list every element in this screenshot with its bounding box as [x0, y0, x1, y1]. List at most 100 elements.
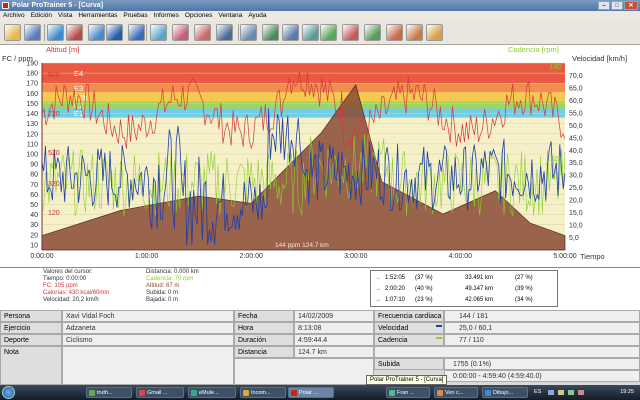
sync-icon[interactable] [302, 24, 319, 41]
velocidad-label: Velocidad [374, 322, 444, 334]
magnify-icon[interactable] [216, 24, 233, 41]
taskbar-app-icon [139, 390, 145, 396]
hr-tick-label: 120 [26, 131, 38, 138]
diary-icon[interactable] [128, 24, 145, 41]
subida-value: 1755 (0.1%) [444, 358, 640, 370]
cadencia-value: 77 / 110 [444, 334, 640, 346]
range-value: 0:00:00 - 4:59:40 (4:59:40.0) [444, 370, 640, 382]
ejercicio-value[interactable]: Adzaneta [62, 322, 234, 334]
clock[interactable]: 19:25 [620, 387, 634, 398]
bar-chart3-icon[interactable] [406, 24, 423, 41]
hora-value: 8:13:08 [294, 322, 374, 334]
menu-pruebas[interactable]: Pruebas [120, 11, 150, 21]
zone-pct: (40 %) [415, 286, 433, 292]
cadence-tick-label: 180 [549, 64, 561, 71]
zone-summary-box: → 1:52:05 (37 %) 33.491 km (27 %) → 2:00:20 (40… [370, 270, 558, 307]
bar-chart2-icon[interactable] [386, 24, 403, 41]
altitude-tick-label: 520 [48, 150, 60, 157]
find-icon[interactable] [47, 24, 64, 41]
menu-ventana[interactable]: Ventana [215, 11, 245, 21]
taskbar-button[interactable]: Ven c... [434, 387, 478, 398]
speed-swatch [436, 325, 442, 327]
menu-opciones[interactable]: Opciones [182, 11, 215, 21]
hora-label: Hora [234, 322, 294, 334]
search-icon[interactable] [240, 24, 257, 41]
network-icon[interactable] [548, 390, 554, 395]
zone-band-e2 [42, 101, 565, 109]
velocidad-value: 25,0 / 60,1 [444, 322, 640, 334]
nota-field[interactable] [62, 346, 234, 385]
notebook-icon[interactable] [106, 24, 123, 41]
download-icon[interactable] [262, 24, 279, 41]
taskbar-button[interactable]: Fran ... [386, 387, 430, 398]
hr-tick-label: 140 [26, 111, 38, 118]
zone-time: 2:00:20 [385, 286, 406, 292]
altitude-tick-label: 720 [48, 111, 60, 118]
analysis-icon[interactable] [194, 24, 211, 41]
exercise-curve-chart[interactable]: Altitud [m] FC / ppm Cadencia [rpm] Velo… [0, 45, 640, 267]
zone-band-e2b [42, 92, 565, 102]
altitude-tick-label: 320 [48, 181, 60, 188]
exercise-details-table: Persona Xavi Vidal Foch Ejercicio Adzane… [0, 310, 640, 385]
time-axis-label: Tiempo [580, 252, 605, 261]
tray-app2-icon[interactable] [578, 390, 584, 395]
minimize-button[interactable]: – [598, 1, 610, 10]
duracion-label: Duración [234, 334, 294, 346]
wave-icon[interactable] [320, 24, 337, 41]
menu-archivo[interactable]: Archivo [0, 11, 28, 21]
taskbar-button-label: eMule... [199, 390, 219, 396]
menu-edicion[interactable]: Edición [28, 11, 55, 21]
persona-value[interactable]: Xavi Vidal Foch [62, 310, 234, 322]
menu-herramientas[interactable]: Herramientas [75, 11, 120, 21]
speed-tick-label: 30,0 [569, 173, 583, 180]
person-icon[interactable] [66, 24, 83, 41]
zone-arrow-icon: → [375, 297, 381, 303]
zone-arrow-icon: → [375, 286, 381, 292]
taskbar: truth... Gmail ... eMule... Incom... Polar .… [0, 385, 640, 400]
close-button[interactable]: ✕ [624, 1, 638, 10]
open-folder-icon[interactable] [4, 24, 21, 41]
distancia-value: 124.7 km [294, 346, 374, 358]
taskbar-button[interactable]: Polar ... [288, 387, 334, 398]
deporte-value[interactable]: Ciclismo [62, 334, 234, 346]
window-title: Polar ProTrainer 5 - [Curva] [12, 2, 104, 9]
persona-label: Persona [0, 310, 62, 322]
hr-tick-label: 50 [30, 202, 38, 209]
menu-vista[interactable]: Vista [55, 11, 75, 21]
hr-tick-label: 190 [26, 61, 38, 68]
cursor-value: Calorías: 430 kcal/60min [43, 290, 110, 296]
zone-label-e3: E3 [74, 84, 83, 93]
taskbar-button[interactable]: Incom... [240, 387, 286, 398]
bar-chart-icon[interactable] [364, 24, 381, 41]
upload-icon[interactable] [282, 24, 299, 41]
taskbar-app-icon [89, 390, 95, 396]
taskbar-button-label: truth... [97, 390, 113, 396]
hr-tick-label: 130 [26, 121, 38, 128]
speed-tick-label: 40,0 [569, 148, 583, 155]
tray-app-icon[interactable] [568, 390, 574, 395]
menu-ayuda[interactable]: Ayuda [245, 11, 269, 21]
volume-icon[interactable] [558, 390, 564, 395]
start-button[interactable] [2, 386, 15, 399]
zone-icon[interactable] [342, 24, 359, 41]
taskbar-button[interactable]: Dibujo... [482, 387, 528, 398]
zone-dpct: (27 %) [515, 275, 533, 281]
graph-icon[interactable] [150, 24, 167, 41]
taskbar-button[interactable]: truth... [86, 387, 132, 398]
bar-chart4-icon[interactable] [426, 24, 443, 41]
save-icon[interactable] [24, 24, 41, 41]
calendar-icon[interactable] [88, 24, 105, 41]
taskbar-button[interactable]: Gmail ... [136, 387, 184, 398]
taskbar-button[interactable]: eMule... [188, 387, 236, 398]
taskbar-button-label: Gmail ... [147, 390, 168, 396]
ejercicio-label: Ejercicio [0, 322, 62, 334]
curve-icon[interactable] [172, 24, 189, 41]
hr-tick-label: 180 [26, 71, 38, 78]
cursor-value: Valores del cursor: [43, 269, 93, 275]
toolbar-separator [238, 24, 239, 41]
cadence-tick-label: 125 [549, 156, 561, 163]
maximize-button[interactable]: □ [611, 1, 623, 10]
hr-tick-label: 110 [27, 141, 38, 148]
menu-informes[interactable]: Informes [151, 11, 182, 21]
language-indicator[interactable]: ES [534, 387, 541, 398]
